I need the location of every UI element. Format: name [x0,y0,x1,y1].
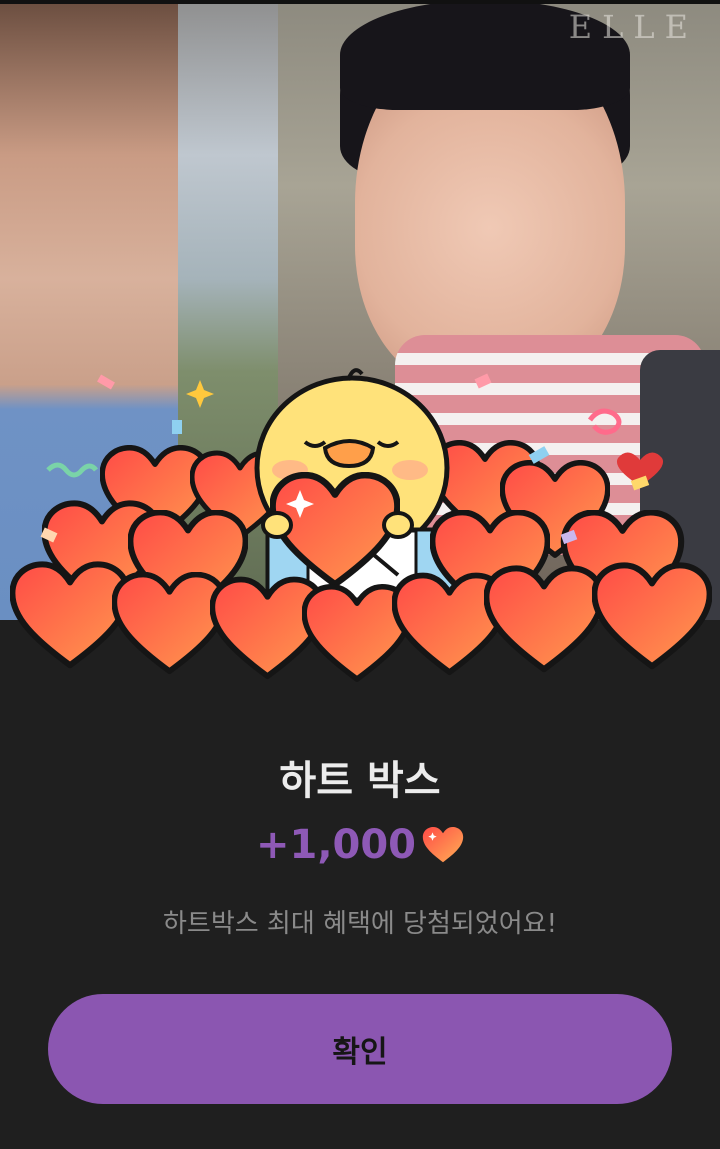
popup-description: 하트박스 최대 혜택에 당첨되었어요! [162,909,558,939]
watermark-logo: ELLE [568,8,698,46]
heart-shape [486,568,601,669]
heart-shape [12,564,127,665]
top-edge [0,0,720,4]
heart-icon [422,826,464,863]
heart-pile-svg [0,368,720,690]
heart-shape [594,565,709,666]
popup-title: 하트 박스 [279,758,441,804]
confirm-button[interactable]: 확인 [48,994,672,1104]
reward-amount: +1,000 [255,822,417,868]
reward-amount-row: +1,000 [0,822,720,868]
heart-shape [114,575,224,672]
heart-box-illustration [0,350,720,690]
